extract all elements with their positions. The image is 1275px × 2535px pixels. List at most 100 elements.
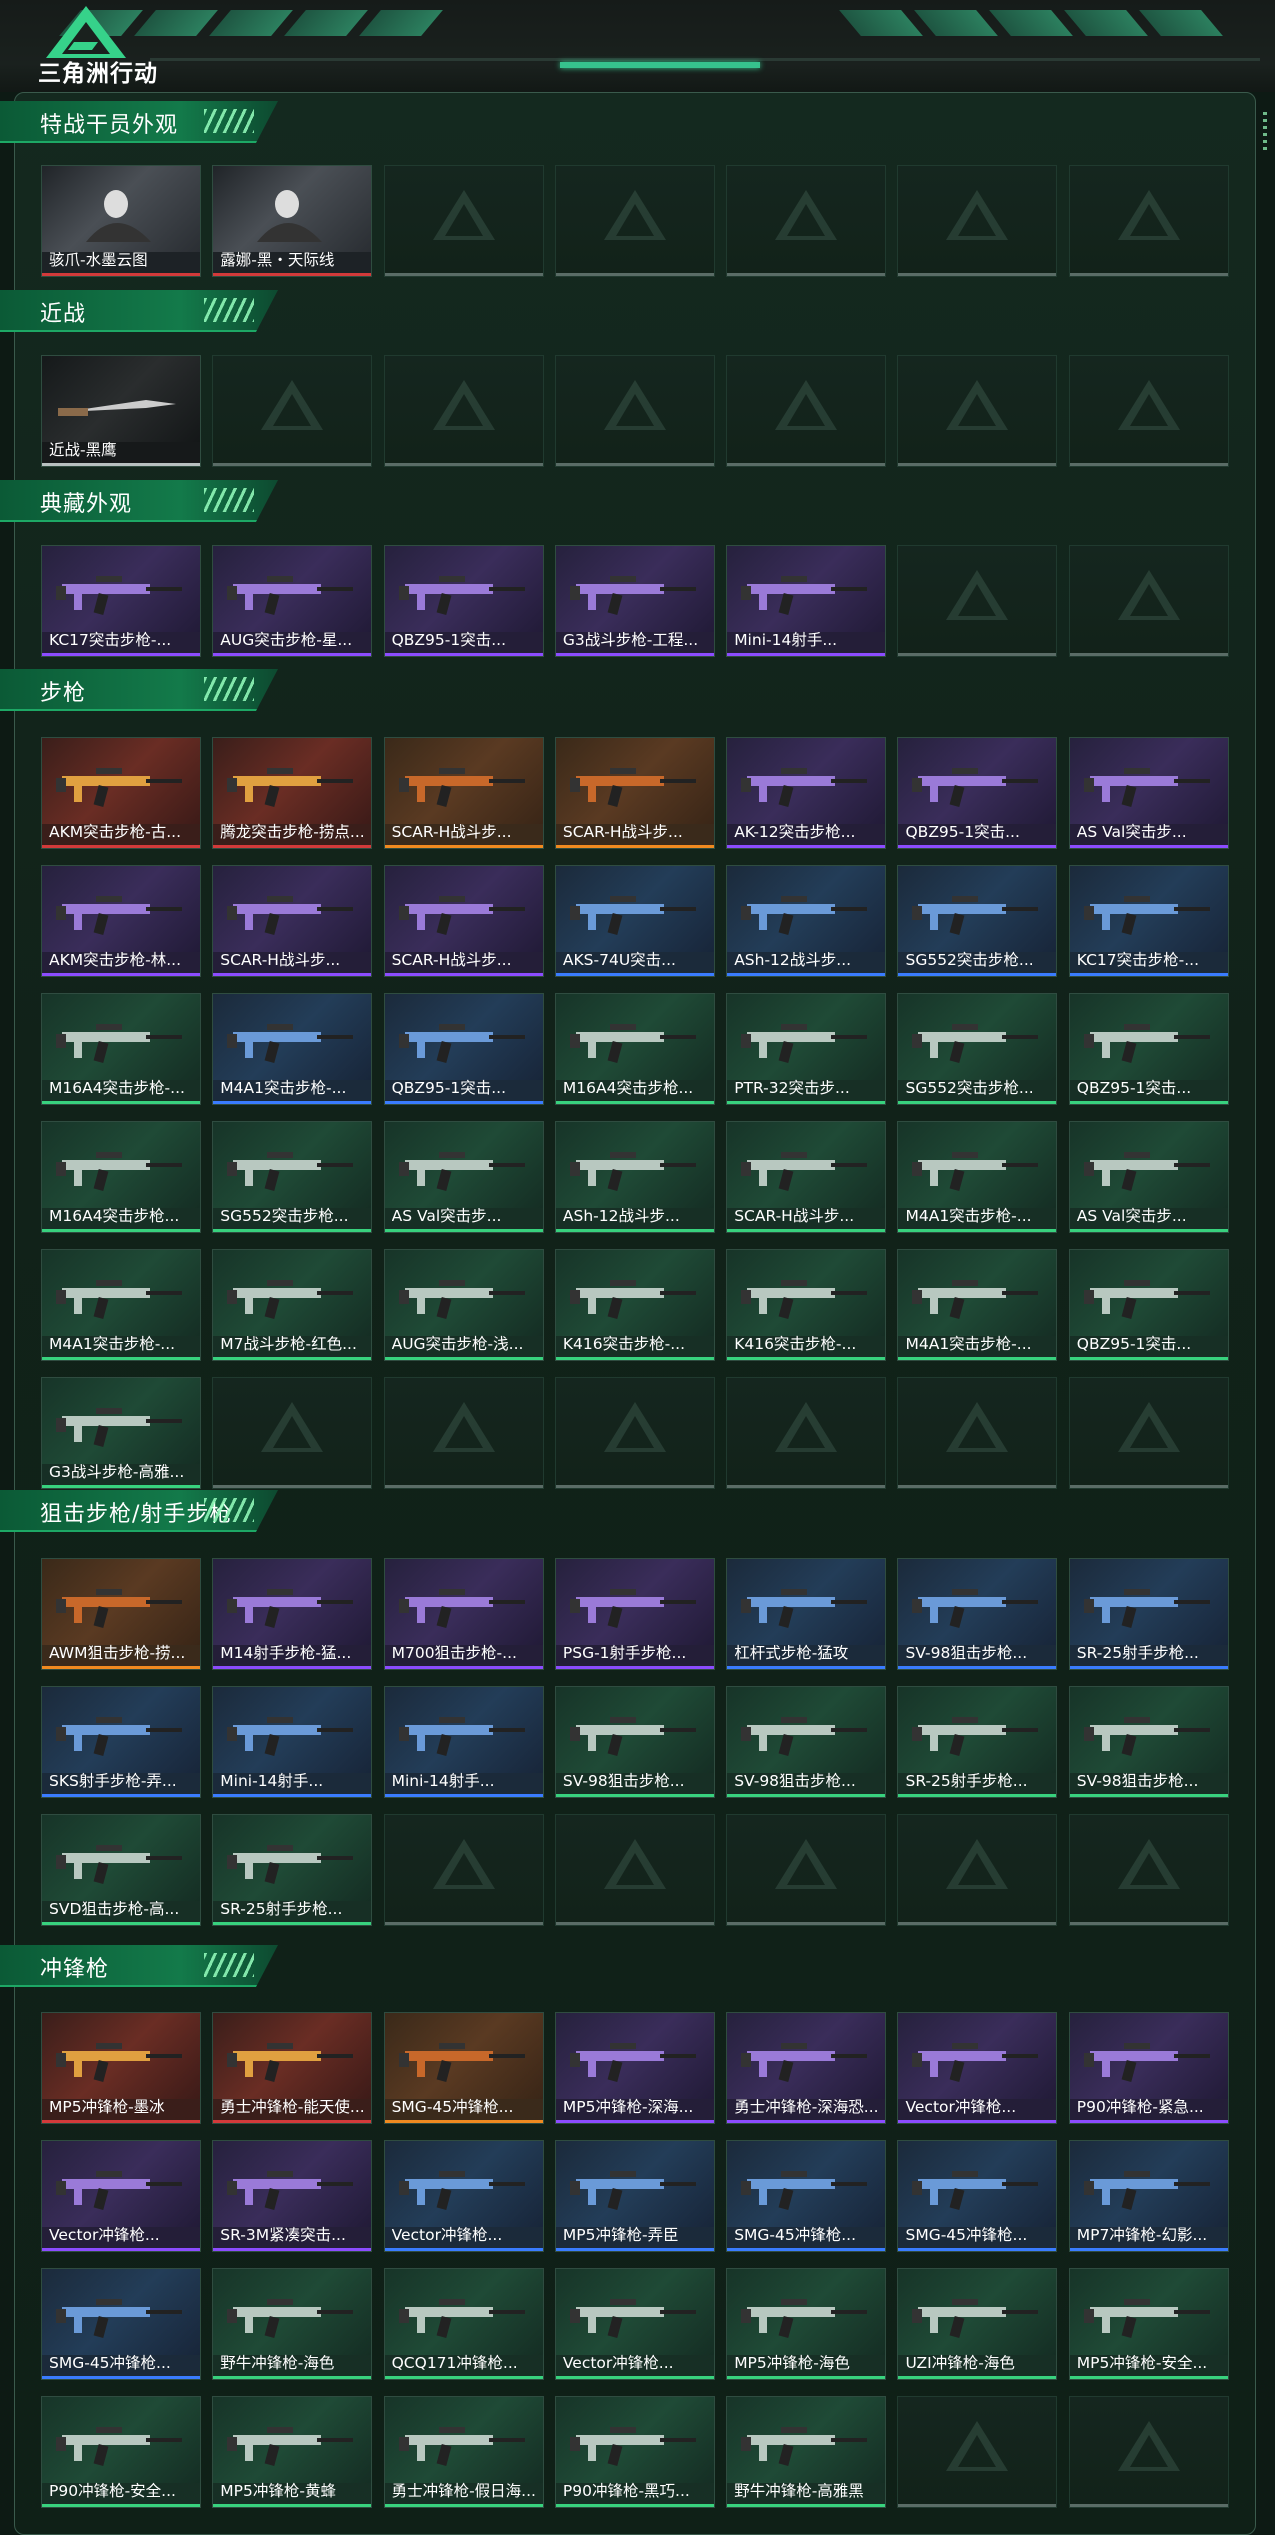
skin-card[interactable]: SV-98狙击步枪... xyxy=(726,1686,887,1798)
skin-card[interactable]: Vector冲锋枪... xyxy=(554,2268,715,2380)
skin-card[interactable]: MP5冲锋枪-黄蜂 xyxy=(212,2396,373,2508)
empty-slot-bar xyxy=(555,1485,714,1488)
skin-card[interactable]: Mini-14射手... xyxy=(726,545,887,657)
rarity-bar xyxy=(213,1922,372,1925)
skin-card[interactable]: 骇爪-水墨云图 xyxy=(41,165,201,277)
skin-card[interactable]: 腾龙突击步枪-捞点... xyxy=(212,737,373,849)
skin-card[interactable]: SMG-45冲锋枪... xyxy=(383,2012,544,2124)
skin-card[interactable]: SR-3M紧凑突击... xyxy=(212,2140,373,2252)
skin-card[interactable]: ASh-12战斗步... xyxy=(726,865,887,977)
skin-card[interactable]: AK-12突击步枪... xyxy=(726,737,887,849)
rarity-bar xyxy=(213,2120,372,2123)
delta-watermark-icon xyxy=(946,570,1009,620)
delta-watermark-icon xyxy=(775,190,838,240)
skin-card[interactable]: Vector冲锋枪... xyxy=(897,2012,1058,2124)
skin-card[interactable]: SCAR-H战斗步... xyxy=(383,865,544,977)
skin-card[interactable]: MP7冲锋枪-幻影... xyxy=(1068,2140,1229,2252)
skin-card[interactable]: MP5冲锋枪-海色 xyxy=(726,2268,887,2380)
skin-card[interactable]: M16A4突击步枪-... xyxy=(41,993,201,1105)
skin-card[interactable]: PTR-32突击步... xyxy=(726,993,887,1105)
skin-card[interactable]: M4A1突击步枪-... xyxy=(212,993,373,1105)
skin-card[interactable]: 野牛冲锋枪-海色 xyxy=(212,2268,373,2380)
skin-card[interactable]: MP5冲锋枪-墨冰 xyxy=(41,2012,201,2124)
skin-card[interactable]: SCAR-H战斗步... xyxy=(554,737,715,849)
rarity-bar xyxy=(384,973,543,976)
skin-card[interactable]: QBZ95-1突击... xyxy=(383,993,544,1105)
skin-card[interactable]: M4A1突击步枪-... xyxy=(41,1249,201,1361)
skin-card[interactable]: Vector冲锋枪... xyxy=(41,2140,201,2252)
skin-card[interactable]: 杠杆式步枪-猛攻 xyxy=(726,1558,887,1670)
skin-card[interactable]: SV-98狙击步枪... xyxy=(897,1558,1058,1670)
skin-card[interactable]: M700狙击步枪-... xyxy=(383,1558,544,1670)
rarity-bar xyxy=(42,845,200,848)
skin-card[interactable]: KC17突击步枪-... xyxy=(1068,865,1229,977)
skin-card[interactable]: QBZ95-1突击... xyxy=(383,545,544,657)
skin-card[interactable]: M4A1突击步枪-... xyxy=(897,1249,1058,1361)
skin-card[interactable]: SCAR-H战斗步... xyxy=(726,1121,887,1233)
skin-thumbnail xyxy=(727,1122,886,1208)
skin-card[interactable]: Mini-14射手... xyxy=(212,1686,373,1798)
skin-card[interactable]: ASh-12战斗步... xyxy=(554,1121,715,1233)
rarity-bar xyxy=(727,1357,886,1360)
skin-card[interactable]: 勇士冲锋枪-深海恐... xyxy=(726,2012,887,2124)
skin-card[interactable]: P90冲锋枪-紧急... xyxy=(1068,2012,1229,2124)
skin-card[interactable]: AUG突击步枪-浅... xyxy=(383,1249,544,1361)
weapon-icon xyxy=(912,1589,1039,1628)
skin-card[interactable]: MP5冲锋枪-深海... xyxy=(554,2012,715,2124)
skin-card[interactable]: SR-25射手步枪... xyxy=(897,1686,1058,1798)
skin-card[interactable]: QBZ95-1突击... xyxy=(897,737,1058,849)
skin-card[interactable]: 野牛冲锋枪-高雅黑 xyxy=(726,2396,887,2508)
skin-card[interactable]: P90冲锋枪-黑巧... xyxy=(554,2396,715,2508)
skin-card[interactable]: SMG-45冲锋枪... xyxy=(726,2140,887,2252)
skin-card[interactable]: AKM突击步枪-林... xyxy=(41,865,201,977)
scrollbar[interactable] xyxy=(1263,112,1267,152)
skin-card[interactable]: Mini-14射手... xyxy=(383,1686,544,1798)
skin-card[interactable]: KC17突击步枪-... xyxy=(41,545,201,657)
skin-card[interactable]: SCAR-H战斗步... xyxy=(212,865,373,977)
skin-card[interactable]: SG552突击步枪... xyxy=(212,1121,373,1233)
skin-thumbnail xyxy=(555,1250,714,1336)
skin-card[interactable]: M4A1突击步枪-... xyxy=(897,1121,1058,1233)
skin-card[interactable]: Vector冲锋枪... xyxy=(383,2140,544,2252)
skin-card[interactable]: SV-98狙击步枪... xyxy=(554,1686,715,1798)
skin-card[interactable]: PSG-1射手步枪... xyxy=(554,1558,715,1670)
skin-card[interactable]: QBZ95-1突击... xyxy=(1068,1249,1229,1361)
skin-card[interactable]: K416突击步枪-... xyxy=(726,1249,887,1361)
skin-card[interactable]: SMG-45冲锋枪... xyxy=(897,2140,1058,2252)
skin-card[interactable]: G3战斗步枪-工程... xyxy=(554,545,715,657)
rarity-bar xyxy=(384,2120,543,2123)
skin-card[interactable]: P90冲锋枪-安全... xyxy=(41,2396,201,2508)
skin-card[interactable]: M16A4突击步枪... xyxy=(41,1121,201,1233)
skin-card[interactable]: AKM突击步枪-古... xyxy=(41,737,201,849)
skin-card[interactable]: SCAR-H战斗步... xyxy=(383,737,544,849)
skin-card[interactable]: MP5冲锋枪-安全... xyxy=(1068,2268,1229,2380)
skin-card[interactable]: 勇士冲锋枪-假日海... xyxy=(383,2396,544,2508)
skin-card[interactable]: SG552突击步枪... xyxy=(897,865,1058,977)
skin-card[interactable]: AS Val突击步... xyxy=(1068,737,1229,849)
skin-name: QBZ95-1突击... xyxy=(391,631,507,649)
skin-card[interactable]: AS Val突击步... xyxy=(1068,1121,1229,1233)
skin-card[interactable]: QBZ95-1突击... xyxy=(1068,993,1229,1105)
skin-card[interactable]: SR-25射手步枪... xyxy=(1068,1558,1229,1670)
skin-card[interactable]: AS Val突击步... xyxy=(383,1121,544,1233)
skin-card[interactable]: SVD狙击步枪-高... xyxy=(41,1814,201,1926)
skin-card[interactable]: 勇士冲锋枪-能天使... xyxy=(212,2012,373,2124)
skin-card[interactable]: 露娜-黑・天际线 xyxy=(212,165,373,277)
skin-card[interactable]: AWM狙击步枪-捞... xyxy=(41,1558,201,1670)
skin-card[interactable]: SV-98狙击步枪... xyxy=(1068,1686,1229,1798)
skin-card[interactable]: M16A4突击步枪... xyxy=(554,993,715,1105)
skin-card[interactable]: G3战斗步枪-高雅... xyxy=(41,1377,201,1489)
skin-card[interactable]: QCQ171冲锋枪... xyxy=(383,2268,544,2380)
skin-card[interactable]: SR-25射手步枪... xyxy=(212,1814,373,1926)
skin-card[interactable]: M14射手步枪-猛... xyxy=(212,1558,373,1670)
skin-card[interactable]: UZI冲锋枪-海色 xyxy=(897,2268,1058,2380)
skin-card[interactable]: K416突击步枪-... xyxy=(554,1249,715,1361)
skin-card[interactable]: AKS-74U突击... xyxy=(554,865,715,977)
skin-card[interactable]: SKS射手步枪-弄... xyxy=(41,1686,201,1798)
skin-card[interactable]: SMG-45冲锋枪... xyxy=(41,2268,201,2380)
skin-card[interactable]: SG552突击步枪... xyxy=(897,993,1058,1105)
skin-card[interactable]: AUG突击步枪-星... xyxy=(212,545,373,657)
skin-card[interactable]: MP5冲锋枪-弄臣 xyxy=(554,2140,715,2252)
skin-card[interactable]: 近战-黑鹰 xyxy=(41,355,201,467)
skin-card[interactable]: M7战斗步枪-红色... xyxy=(212,1249,373,1361)
